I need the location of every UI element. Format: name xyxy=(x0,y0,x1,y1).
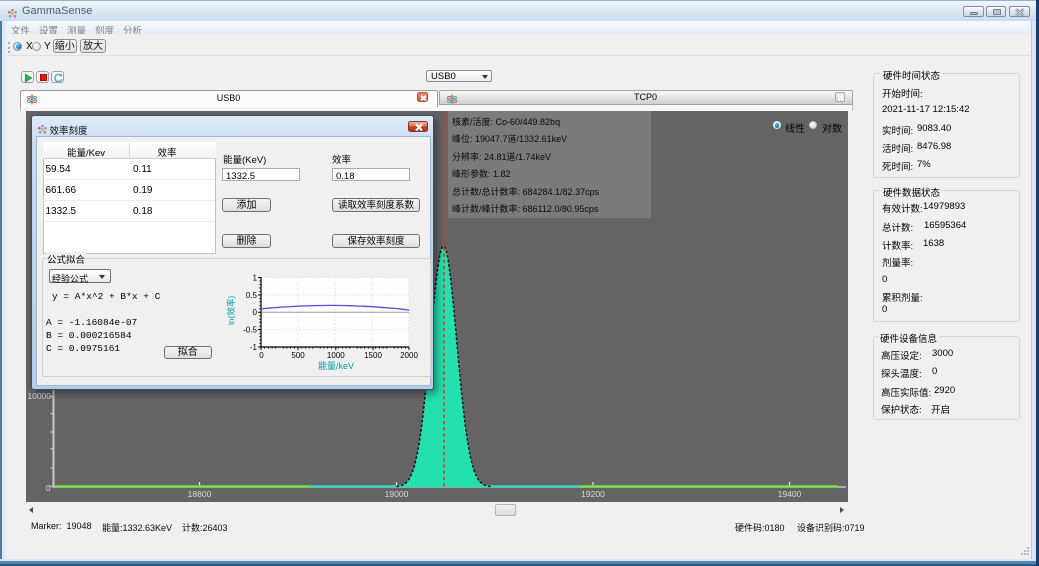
svg-text:2000: 2000 xyxy=(400,351,418,360)
svg-text:-1: -1 xyxy=(250,343,258,352)
svg-text:0: 0 xyxy=(259,351,264,360)
svg-text:-0.5: -0.5 xyxy=(243,325,257,334)
svg-text:1: 1 xyxy=(253,273,258,282)
svg-text:0: 0 xyxy=(253,308,258,317)
